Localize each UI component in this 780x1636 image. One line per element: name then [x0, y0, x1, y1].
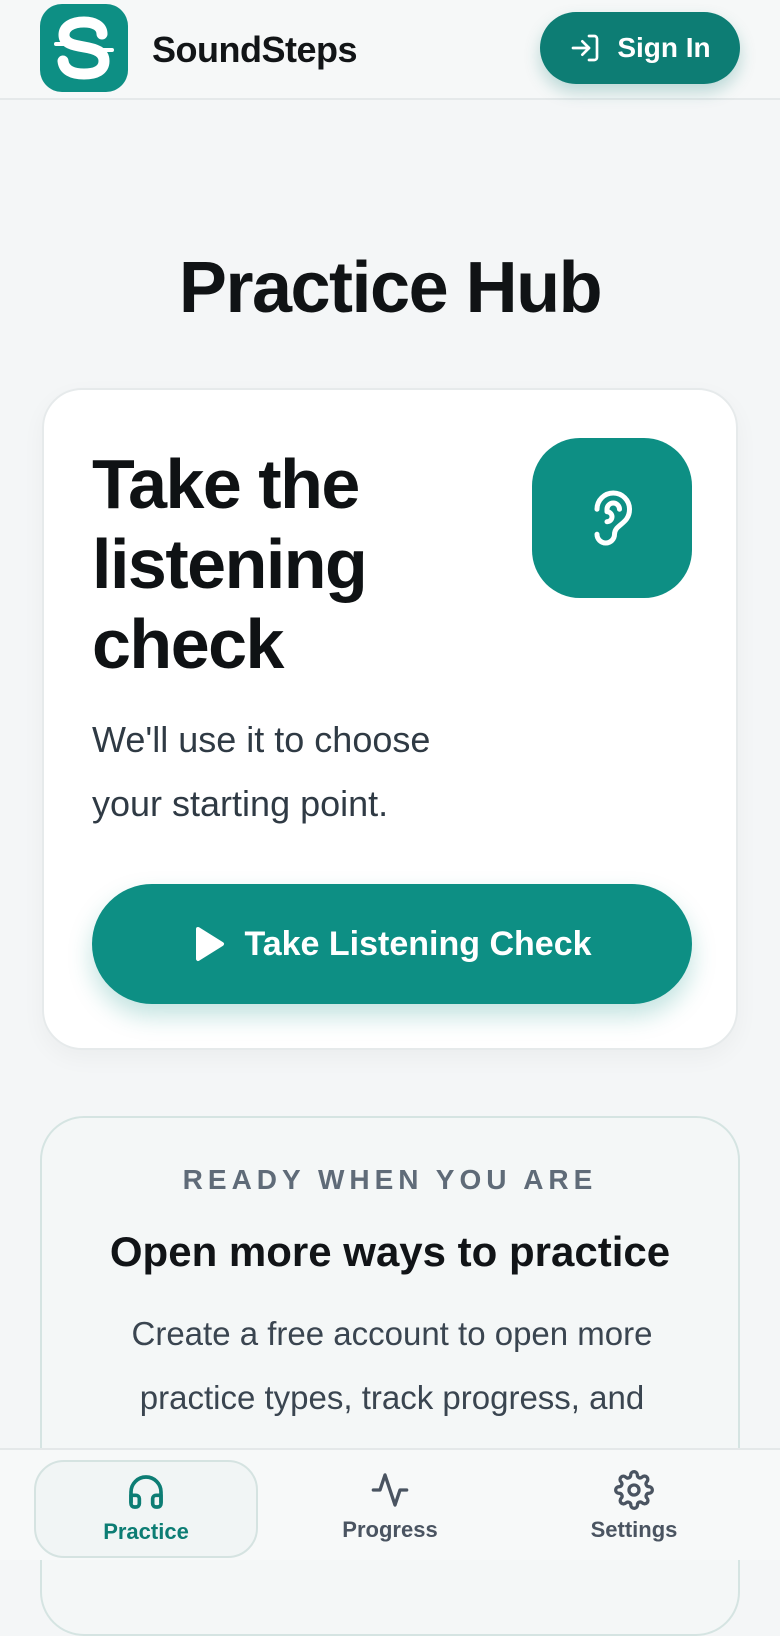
- app-header: SoundSteps Sign In: [0, 0, 780, 100]
- sign-in-icon: [571, 34, 599, 62]
- bottom-tab-bar: Practice Progress Settings: [0, 1448, 780, 1560]
- page-title: Practice Hub: [178, 248, 603, 328]
- gear-icon: [614, 1470, 654, 1510]
- listening-card-title: Take the listening check: [92, 445, 368, 683]
- brand-name: SoundSteps: [152, 29, 358, 70]
- headphones-icon: [129, 1475, 163, 1509]
- take-listening-check-button[interactable]: Take Listening Check: [92, 884, 692, 1004]
- app-logo[interactable]: [40, 4, 128, 92]
- tab-progress[interactable]: Progress: [278, 1460, 502, 1558]
- activity-icon: [371, 1473, 409, 1507]
- ear-tile: [532, 438, 692, 598]
- sign-in-button[interactable]: Sign In: [540, 12, 740, 84]
- sign-in-label: Sign In: [617, 32, 711, 63]
- promo-description: Create a free account to open more pract…: [131, 1315, 653, 1416]
- tab-progress-label: Progress: [342, 1517, 438, 1542]
- listening-card-description: We'll use it to choose your starting poi…: [92, 719, 431, 824]
- tab-practice[interactable]: Practice: [34, 1460, 258, 1558]
- promo-title: Open more ways to practice: [109, 1228, 671, 1275]
- soundsteps-logo-icon: [54, 16, 114, 80]
- tab-practice-label: Practice: [103, 1519, 189, 1544]
- tab-settings[interactable]: Settings: [522, 1460, 746, 1558]
- ear-icon: [594, 490, 632, 546]
- listening-check-card: Take the listening check We'll use it to…: [42, 388, 738, 1050]
- promo-eyebrow: READY WHEN YOU ARE: [182, 1164, 598, 1195]
- play-icon: [196, 927, 225, 961]
- take-listening-check-label: Take Listening Check: [244, 924, 592, 963]
- tab-settings-label: Settings: [590, 1517, 678, 1542]
